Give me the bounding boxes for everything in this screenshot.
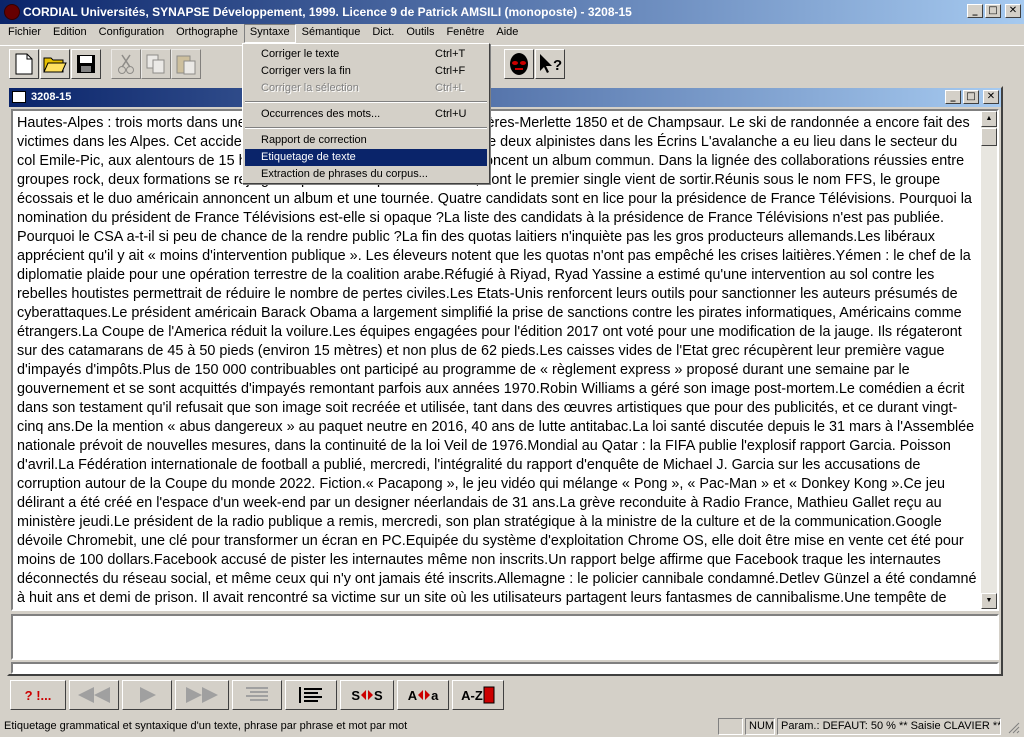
menu-orthographe[interactable]: Orthographe — [170, 24, 244, 43]
open-file-button[interactable] — [40, 49, 70, 79]
cut-button[interactable] — [111, 49, 141, 79]
scroll-thumb[interactable] — [981, 128, 997, 146]
context-help-button[interactable]: ? — [535, 49, 565, 79]
paste-button[interactable] — [171, 49, 201, 79]
menu-item-corriger-fin[interactable]: Corriger vers la fin Ctrl+F — [243, 63, 489, 80]
document-title: 3208-15 — [31, 91, 72, 103]
window-title: CORDIAL Universités, SYNAPSE Développeme… — [23, 5, 632, 19]
status-bar: Etiquetage grammatical et syntaxique d'u… — [0, 716, 1024, 737]
scroll-down-button[interactable]: ▼ — [981, 593, 997, 609]
document-window-controls: _ □ ✕ — [945, 90, 999, 104]
save-file-button[interactable] — [71, 49, 101, 79]
last-button[interactable] — [175, 680, 229, 710]
doc-maximize-button[interactable]: □ — [963, 90, 979, 104]
document-title-bar: 3208-15 _ □ ✕ — [9, 88, 1001, 107]
list-lines-button[interactable] — [285, 680, 337, 710]
dictionary-label: A-Z — [461, 687, 483, 703]
document-icon[interactable] — [12, 91, 26, 103]
menu-semantique[interactable]: Sémantique — [296, 24, 367, 43]
dictionary-button[interactable]: A-Z — [452, 680, 504, 710]
paste-icon — [176, 55, 196, 75]
play-button[interactable] — [122, 680, 172, 710]
syntaxe-menu-dropdown: Corriger le texte Ctrl+T Corriger vers l… — [242, 43, 490, 184]
sos-button[interactable]: S S — [340, 680, 394, 710]
main-toolbar: ? — [0, 45, 1024, 81]
new-file-icon — [15, 53, 33, 75]
play-icon — [140, 687, 156, 703]
align-lines-icon — [299, 687, 322, 703]
align-lines-disabled-icon — [246, 687, 268, 701]
window-controls: _ □ ✕ — [967, 4, 1021, 18]
scissors-icon — [118, 54, 134, 74]
open-folder-icon — [43, 57, 67, 73]
menu-syntaxe[interactable]: Syntaxe — [243, 24, 296, 43]
minimize-button[interactable]: _ — [967, 4, 983, 18]
fast-forward-icon — [186, 687, 218, 703]
copy-icon — [146, 54, 165, 74]
scroll-up-button[interactable]: ▲ — [981, 111, 997, 127]
menu-aide[interactable]: Aide — [490, 24, 524, 43]
save-disk-icon — [77, 55, 95, 73]
check-errors-button[interactable]: ? !... — [10, 680, 66, 710]
menu-item-occurrences[interactable]: Occurrences des mots... Ctrl+U — [243, 106, 489, 123]
case-convert-button[interactable]: A a — [397, 680, 449, 710]
document-text-area[interactable]: Hautes-Alpes : trois morts dans une aval… — [11, 109, 999, 611]
reformat-button[interactable] — [232, 680, 282, 710]
help-pointer-icon: ? — [540, 54, 562, 74]
status-params: Param.: DEFAUT: 50 % ** Saisie CLAVIER *… — [777, 718, 1001, 735]
menu-outils[interactable]: Outils — [400, 24, 440, 43]
status-num: NUM — [745, 718, 775, 735]
menu-item-corriger-selection: Corriger la sélection Ctrl+L — [261, 82, 465, 94]
resize-grip-icon[interactable] — [1006, 720, 1020, 734]
secondary-pane[interactable] — [11, 614, 999, 660]
tertiary-pane[interactable] — [11, 662, 999, 674]
red-book-icon — [483, 686, 495, 704]
menu-fichier[interactable]: Fichier — [2, 24, 47, 43]
document-text[interactable]: Hautes-Alpes : trois morts dans une aval… — [17, 114, 977, 609]
rewind-icon — [78, 687, 110, 703]
doc-close-button[interactable]: ✕ — [983, 90, 999, 104]
mask-tool-button[interactable] — [504, 49, 534, 79]
swap-case-arrows-icon — [418, 690, 431, 700]
swap-arrows-icon — [361, 690, 373, 700]
app-title-bar: CORDIAL Universités, SYNAPSE Développeme… — [0, 0, 1024, 24]
case-label-left: A — [407, 687, 418, 703]
menu-bar: Fichier Edition Configuration Orthograph… — [0, 24, 1024, 43]
vertical-scrollbar[interactable]: ▲ ▼ — [981, 111, 997, 609]
document-window: 3208-15 _ □ ✕ Hautes-Alpes : trois morts… — [7, 86, 1003, 676]
case-label-right: a — [431, 687, 439, 703]
menu-item-corriger-texte[interactable]: Corriger le texte Ctrl+T — [243, 46, 489, 63]
menu-item-rapport-correction[interactable]: Rapport de correction — [243, 132, 489, 149]
doc-minimize-button[interactable]: _ — [945, 90, 961, 104]
menu-item-extraction-phrases[interactable]: Extraction de phrases du corpus... — [243, 166, 489, 183]
new-file-button[interactable] — [9, 49, 39, 79]
sos-label-right: S — [374, 687, 383, 703]
copy-button[interactable] — [141, 49, 171, 79]
mask-icon — [510, 53, 528, 75]
app-icon[interactable] — [4, 4, 20, 20]
menu-fenetre[interactable]: Fenêtre — [440, 24, 490, 43]
menu-separator — [243, 97, 489, 106]
menu-edition[interactable]: Edition — [47, 24, 93, 43]
menu-separator — [243, 123, 489, 132]
maximize-button[interactable]: □ — [985, 4, 1001, 18]
status-message: Etiquetage grammatical et syntaxique d'u… — [4, 720, 408, 732]
menu-dict[interactable]: Dict. — [366, 24, 400, 43]
status-panel-empty — [718, 718, 743, 735]
svg-text:?: ? — [553, 57, 562, 74]
menu-item-etiquetage[interactable]: Etiquetage de texte — [245, 149, 487, 166]
sos-label-left: S — [351, 687, 360, 703]
first-button[interactable] — [69, 680, 119, 710]
close-button[interactable]: ✕ — [1005, 4, 1021, 18]
bottom-toolbar: ? !... S S A a A-Z — [7, 678, 1017, 714]
menu-configuration[interactable]: Configuration — [93, 24, 170, 43]
check-errors-label: ? !... — [24, 687, 52, 703]
